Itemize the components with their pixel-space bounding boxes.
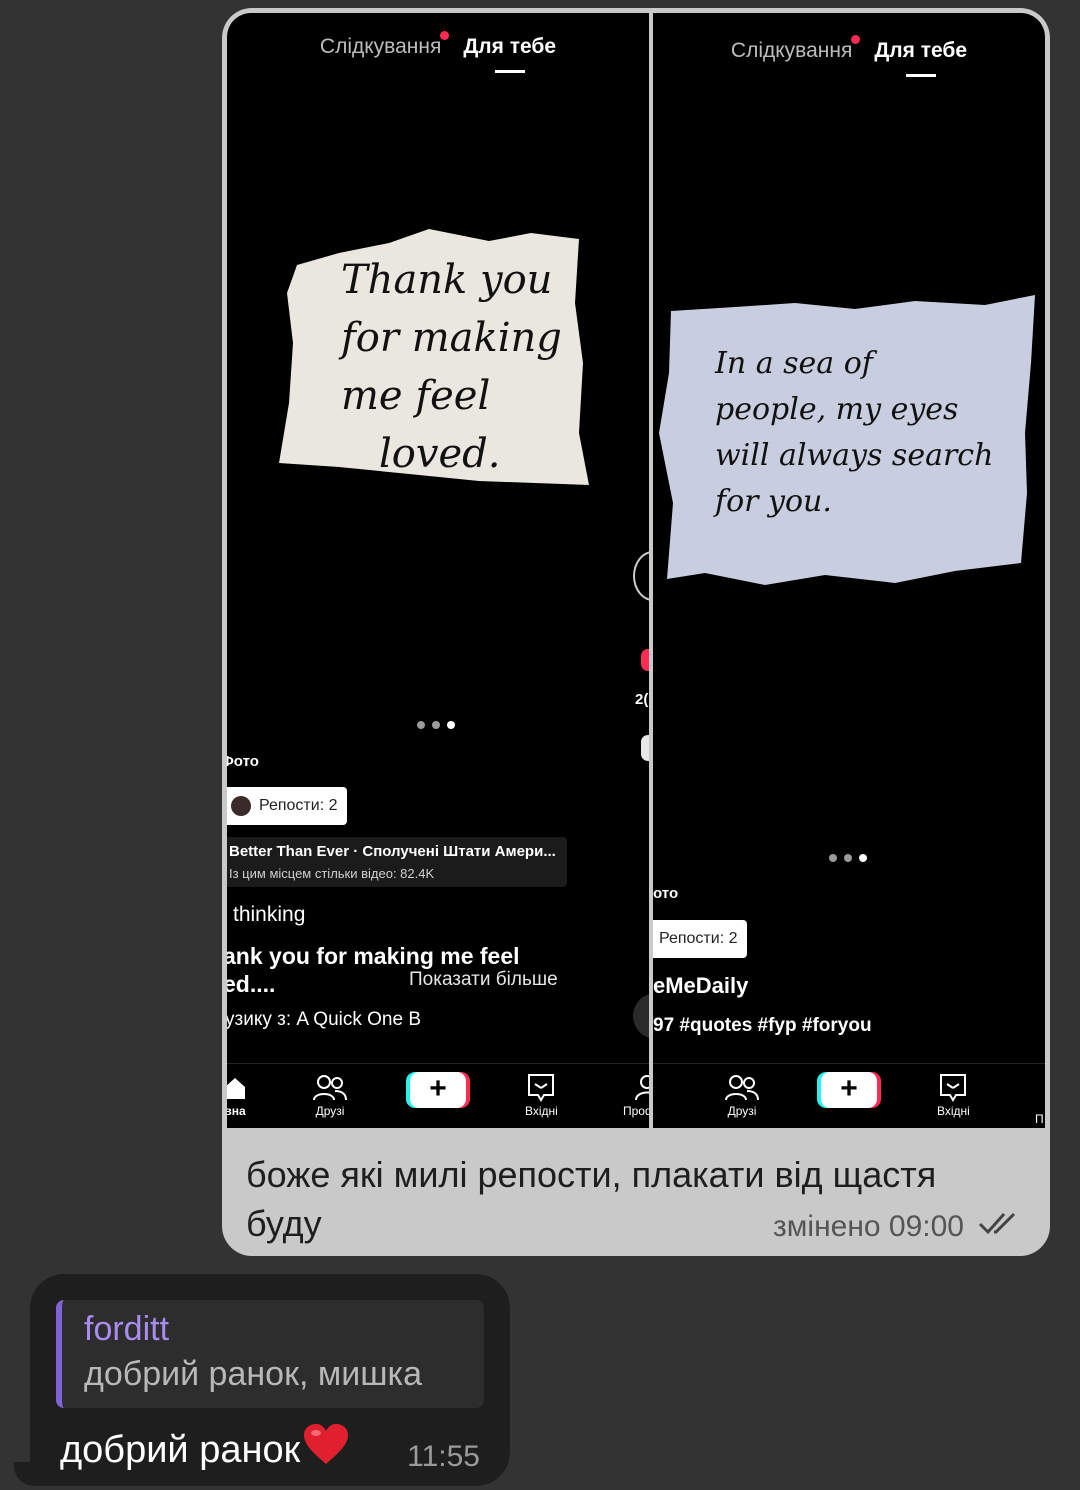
carousel-dot	[432, 721, 440, 729]
nav-profile[interactable]: П	[1035, 1112, 1044, 1126]
carousel-dots	[829, 854, 867, 862]
music-label[interactable]: узику з: A Quick One B	[227, 1009, 421, 1031]
music-disc-edge[interactable]	[633, 993, 649, 1039]
reposts-label: Репости: 2	[259, 797, 338, 814]
heart-emoji-icon	[302, 1422, 350, 1478]
show-more-link[interactable]: Показати більше	[409, 969, 558, 991]
bottom-nav: вна Друзі + Вхідні Профіль	[227, 1063, 649, 1128]
friends-icon	[313, 1072, 347, 1104]
message-timestamp: 11:55	[407, 1440, 480, 1473]
author-name[interactable]: eMeDaily	[653, 973, 748, 999]
profile-icon	[634, 1072, 649, 1104]
tab-following: Слідкування	[730, 35, 861, 62]
paper-note-image: Thank you for making me feel loved.	[279, 223, 591, 493]
message-meta: змінено 09:00	[773, 1210, 1024, 1244]
nav-friends[interactable]: Друзі	[725, 1072, 759, 1118]
create-button[interactable]: +	[821, 1072, 877, 1108]
nav-friends[interactable]: Друзі	[313, 1072, 347, 1118]
like-count-edge: 2(	[635, 691, 649, 708]
carousel-dot	[844, 854, 852, 862]
create-button[interactable]: +	[410, 1072, 466, 1108]
carousel-dot	[829, 854, 837, 862]
avatar-edge[interactable]	[633, 551, 649, 601]
location-subtitle: Із цим місцем стільки відео: 82.4K	[229, 866, 435, 881]
caption-line-2: ank you for making me feel	[227, 943, 520, 969]
nav-home[interactable]: вна	[227, 1072, 247, 1118]
outgoing-message-bubble[interactable]: Слідкування Для тебе Thank you for makin…	[222, 8, 1050, 1256]
incoming-message-bubble[interactable]: forditt добрий ранок, мишка добрий ранок…	[30, 1274, 510, 1486]
comment-icon-edge[interactable]	[641, 735, 649, 761]
tab-for-you: Для тебе	[463, 35, 557, 73]
message-text-row: добрий ранок	[60, 1422, 350, 1478]
nav-profile-label: П	[1035, 1112, 1044, 1126]
caption-line-3: ed....	[227, 971, 276, 997]
nav-friends-label: Друзі	[315, 1104, 345, 1118]
note-line: for making	[341, 315, 562, 361]
photo-label: ото	[653, 885, 679, 902]
note-line: In a sea of	[715, 346, 873, 381]
carousel-dot-active	[447, 721, 455, 729]
nav-inbox[interactable]: Вхідні	[525, 1072, 558, 1118]
double-check-icon	[978, 1210, 1024, 1244]
reposts-pill[interactable]: Репости: 2	[227, 787, 348, 825]
reply-author: forditt	[84, 1310, 170, 1348]
reply-quote[interactable]: forditt добрий ранок, мишка	[56, 1300, 484, 1408]
message-text: добрий ранок	[60, 1429, 301, 1471]
avatar	[231, 796, 251, 816]
friends-icon	[725, 1072, 759, 1104]
nav-home-label: вна	[227, 1104, 246, 1118]
screenshot-2[interactable]: Слідкування Для тебе In a sea of people,…	[653, 13, 1045, 1128]
note-line: Thank you	[341, 257, 553, 303]
paper-note-image: In a sea of people, my eyes will always …	[655, 293, 1039, 593]
screenshot-1[interactable]: Слідкування Для тебе Thank you for makin…	[227, 13, 649, 1128]
reply-text: добрий ранок, мишка	[84, 1355, 423, 1393]
location-title: Better Than Ever · Сполучені Штати Амери…	[229, 843, 556, 860]
note-line: me feel	[341, 373, 491, 419]
note-line: loved.	[379, 431, 501, 477]
nav-inbox[interactable]: Вхідні	[937, 1072, 970, 1118]
note-line: for you.	[715, 484, 832, 519]
tab-following: Слідкування	[319, 31, 450, 58]
inbox-icon	[939, 1072, 967, 1104]
note-line: people, my eyes	[715, 392, 959, 427]
carousel-dots	[417, 721, 455, 729]
tab-for-you: Для тебе	[874, 39, 968, 77]
note-line: will always search	[715, 438, 994, 473]
caption-hashtags[interactable]: 97 #quotes #fyp #foryou	[653, 1015, 872, 1037]
feed-tabs: Слідкування Для тебе	[653, 35, 1045, 77]
photo-label: Фото	[227, 753, 259, 770]
location-card[interactable]: Better Than Ever · Сполучені Штати Амери…	[227, 837, 567, 887]
home-icon	[227, 1072, 247, 1104]
follow-dot-edge[interactable]	[641, 649, 649, 671]
bottom-nav: Друзі + Вхідні П	[653, 1063, 1045, 1128]
inbox-icon	[527, 1072, 555, 1104]
carousel-dot	[417, 721, 425, 729]
edited-timestamp: змінено 09:00	[773, 1210, 964, 1243]
nav-profile[interactable]: Профіль	[623, 1072, 649, 1118]
carousel-dot-active	[859, 854, 867, 862]
nav-friends-label: Друзі	[727, 1104, 757, 1118]
nav-profile-label: Профіль	[623, 1104, 649, 1118]
nav-inbox-label: Вхідні	[525, 1104, 558, 1118]
nav-inbox-label: Вхідні	[937, 1104, 970, 1118]
reposts-pill[interactable]: Репости: 2	[653, 920, 748, 958]
reposts-label: Репости: 2	[659, 930, 738, 947]
feed-tabs: Слідкування Для тебе	[227, 31, 649, 73]
caption-line-1: thinking	[233, 903, 306, 926]
